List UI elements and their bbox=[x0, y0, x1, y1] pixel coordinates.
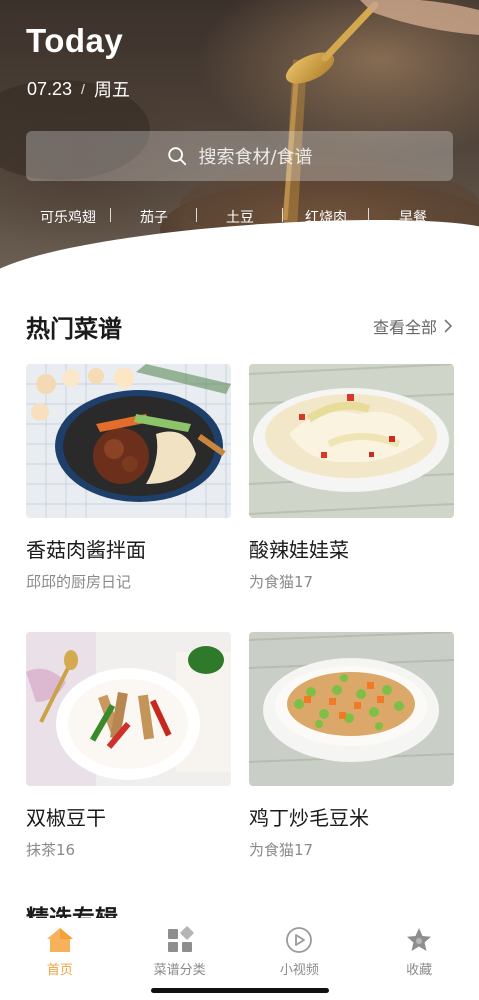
recipe-photo[interactable] bbox=[26, 632, 231, 786]
page-title: Today bbox=[26, 22, 124, 59]
tofu-pepper-dish-image bbox=[26, 632, 231, 786]
home-icon bbox=[46, 928, 73, 952]
hero-banner: Today 07.23 / 周五 搜索食材/食谱 可乐鸡翅 茄子 土豆 红烧肉 … bbox=[0, 0, 479, 270]
view-all-link[interactable]: 查看全部 bbox=[373, 314, 453, 338]
category-grid-icon bbox=[167, 926, 194, 952]
hot-tag[interactable]: 红烧肉 bbox=[305, 207, 347, 227]
recipe-photo[interactable] bbox=[249, 364, 454, 518]
section-title: 热门菜谱 bbox=[26, 314, 122, 343]
recipe-author: 为食猫17 bbox=[249, 573, 314, 591]
cabbage-dish-image bbox=[249, 364, 454, 518]
tag-divider bbox=[196, 208, 197, 222]
recipe-author: 邱邱的厨房日记 bbox=[26, 573, 132, 591]
recipe-name: 酸辣娃娃菜 bbox=[249, 538, 349, 562]
noodle-dish-image bbox=[26, 364, 231, 518]
recipe-card[interactable]: 酸辣娃娃菜 为食猫17 bbox=[249, 364, 454, 591]
tag-divider bbox=[282, 208, 283, 222]
tab-favorites[interactable]: 收藏 bbox=[359, 918, 479, 1000]
recipe-name: 双椒豆干 bbox=[26, 806, 106, 830]
recipe-author: 抹茶16 bbox=[26, 841, 76, 859]
tag-divider bbox=[110, 208, 111, 222]
search-input[interactable]: 搜索食材/食谱 bbox=[26, 131, 453, 181]
hot-tag[interactable]: 早餐 bbox=[399, 207, 427, 227]
recipe-photo[interactable] bbox=[26, 364, 231, 518]
chevron-right-icon bbox=[444, 319, 453, 333]
tab-label: 小视频 bbox=[279, 963, 319, 978]
search-icon bbox=[168, 147, 187, 166]
home-indicator-bar bbox=[151, 988, 329, 993]
date-row: 07.23 / 周五 bbox=[27, 76, 130, 102]
hot-tag[interactable]: 茄子 bbox=[140, 207, 168, 227]
popular-section-header: 热门菜谱 查看全部 bbox=[26, 308, 453, 344]
date-separator: / bbox=[81, 81, 85, 97]
tab-label: 菜谱分类 bbox=[153, 963, 206, 978]
tab-label: 首页 bbox=[46, 963, 73, 978]
tag-divider bbox=[368, 208, 369, 222]
view-all-label: 查看全部 bbox=[372, 318, 437, 337]
chicken-edamame-dish-image bbox=[249, 632, 454, 786]
date-text: 07.23 bbox=[27, 78, 73, 99]
weekday-text: 周五 bbox=[93, 80, 130, 100]
tab-home[interactable]: 首页 bbox=[0, 918, 120, 1000]
recipe-card[interactable]: 双椒豆干 抹茶16 bbox=[26, 632, 231, 859]
recipe-author: 为食猫17 bbox=[249, 841, 314, 859]
hot-tag[interactable]: 土豆 bbox=[226, 207, 254, 227]
recipe-card[interactable]: 香菇肉酱拌面 邱邱的厨房日记 bbox=[26, 364, 231, 591]
star-icon bbox=[407, 928, 432, 951]
recipe-card[interactable]: 鸡丁炒毛豆米 为食猫17 bbox=[249, 632, 454, 859]
recipe-name: 鸡丁炒毛豆米 bbox=[249, 806, 369, 830]
tab-label: 收藏 bbox=[406, 963, 433, 978]
recipe-name: 香菇肉酱拌面 bbox=[26, 538, 146, 562]
recipe-photo[interactable] bbox=[249, 632, 454, 786]
hot-tag[interactable]: 可乐鸡翅 bbox=[40, 207, 96, 227]
search-placeholder: 搜索食材/食谱 bbox=[198, 147, 313, 168]
video-play-icon bbox=[286, 927, 313, 953]
hot-search-tags: 可乐鸡翅 茄子 土豆 红烧肉 早餐 bbox=[0, 205, 479, 229]
